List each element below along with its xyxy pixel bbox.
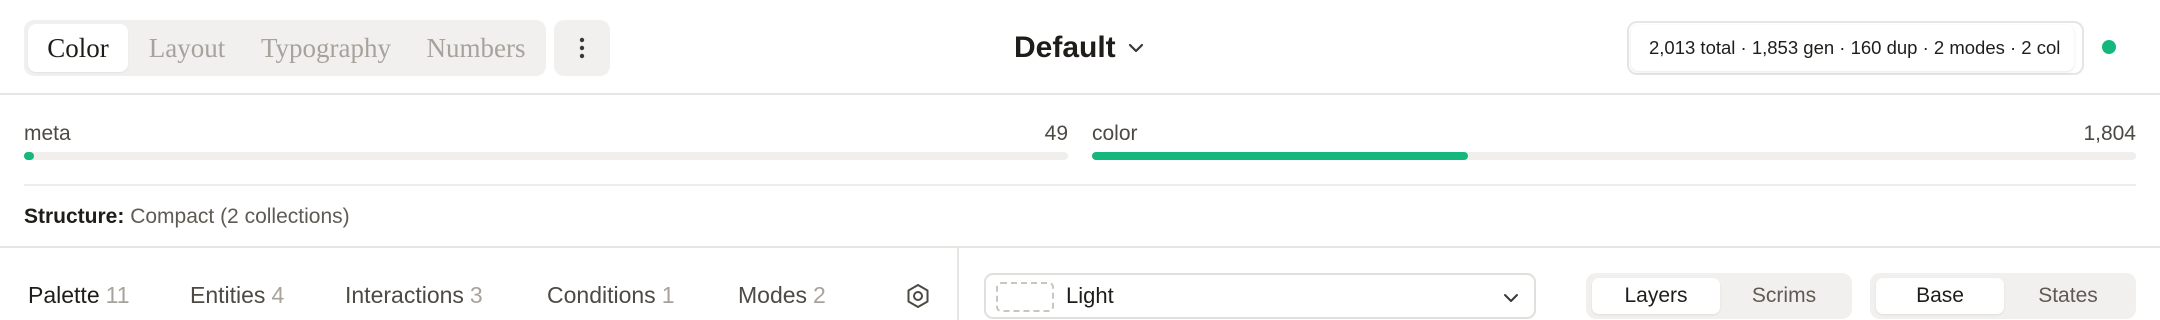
more-options-button[interactable] (554, 20, 610, 76)
tab-numbers[interactable]: Numbers (410, 24, 542, 72)
tab-count: 4 (271, 282, 285, 308)
divider (24, 184, 2136, 186)
collection-count: 1,804 (2083, 122, 2136, 145)
tab-count: 1 (661, 282, 675, 308)
mode-value: Light (1066, 283, 1114, 308)
hexagon-settings-icon (907, 284, 929, 308)
tab-interactions[interactable]: Interactions 3 (345, 280, 483, 310)
settings-button[interactable] (904, 282, 932, 315)
collection-progress-fill (24, 152, 34, 160)
preset-label: Default (1014, 31, 1116, 64)
tab-color[interactable]: Color (28, 24, 128, 72)
color-swatch (996, 282, 1054, 312)
tab-typography[interactable]: Typography (246, 24, 406, 72)
collection-progress-track (1092, 152, 2136, 160)
tab-modes[interactable]: Modes 2 (738, 280, 826, 310)
collection-name: color (1092, 122, 1138, 145)
panel-divider (957, 248, 959, 320)
tab-conditions[interactable]: Conditions 1 (547, 280, 674, 310)
structure-info: Structure: Compact (2 collections) (24, 202, 350, 232)
chevron-down-icon (1128, 43, 1144, 53)
mode-select[interactable]: Light (984, 273, 1536, 319)
base-option[interactable]: Base (1876, 278, 2004, 314)
tab-count: 11 (105, 282, 130, 308)
stats-card: 2,013 total · 1,853 gen · 160 dup · 2 mo… (1631, 25, 2074, 71)
collection-name: meta (24, 122, 71, 145)
tab-layout[interactable]: Layout (132, 24, 242, 72)
stats-text: 2,013 total · 1,853 gen · 160 dup · 2 mo… (1649, 37, 2061, 58)
preset-dropdown[interactable]: Default (1014, 26, 1144, 70)
collection-color: color 1,804 (1092, 118, 2136, 168)
tab-label: Interactions (345, 282, 464, 308)
collection-count: 49 (1044, 122, 1068, 145)
base-states-toggle: Base States (1870, 273, 2136, 319)
status-indicator (2102, 40, 2116, 54)
tab-entities[interactable]: Entities 4 (190, 280, 284, 310)
top-toolbar: Color Layout Typography Numbers Default … (0, 0, 2160, 95)
scrims-option[interactable]: Scrims (1722, 278, 1846, 314)
tab-label: Entities (190, 282, 266, 308)
tab-label: Palette (28, 282, 100, 308)
collection-progress-track (24, 152, 1068, 160)
layers-scrims-toggle: Layers Scrims (1586, 273, 1852, 319)
stats-summary: 2,013 total · 1,853 gen · 160 dup · 2 mo… (1627, 21, 2084, 75)
chevron-down-icon (1504, 294, 1518, 302)
tab-label: Modes (738, 282, 808, 308)
layers-option[interactable]: Layers (1592, 278, 1720, 314)
tab-count: 3 (469, 282, 483, 308)
tab-label: Conditions (547, 282, 656, 308)
collection-progress-fill (1092, 152, 1468, 160)
structure-value: Compact (2 collections) (130, 205, 350, 228)
divider (0, 246, 2160, 248)
states-option[interactable]: States (2006, 278, 2130, 314)
tab-palette[interactable]: Palette 11 (28, 280, 130, 310)
vertical-dots-icon (579, 37, 585, 59)
tab-count: 2 (813, 282, 826, 308)
category-tabs: Color Layout Typography Numbers (24, 20, 546, 76)
structure-label: Structure: (24, 205, 125, 228)
collection-meta: meta 49 (24, 118, 1068, 168)
